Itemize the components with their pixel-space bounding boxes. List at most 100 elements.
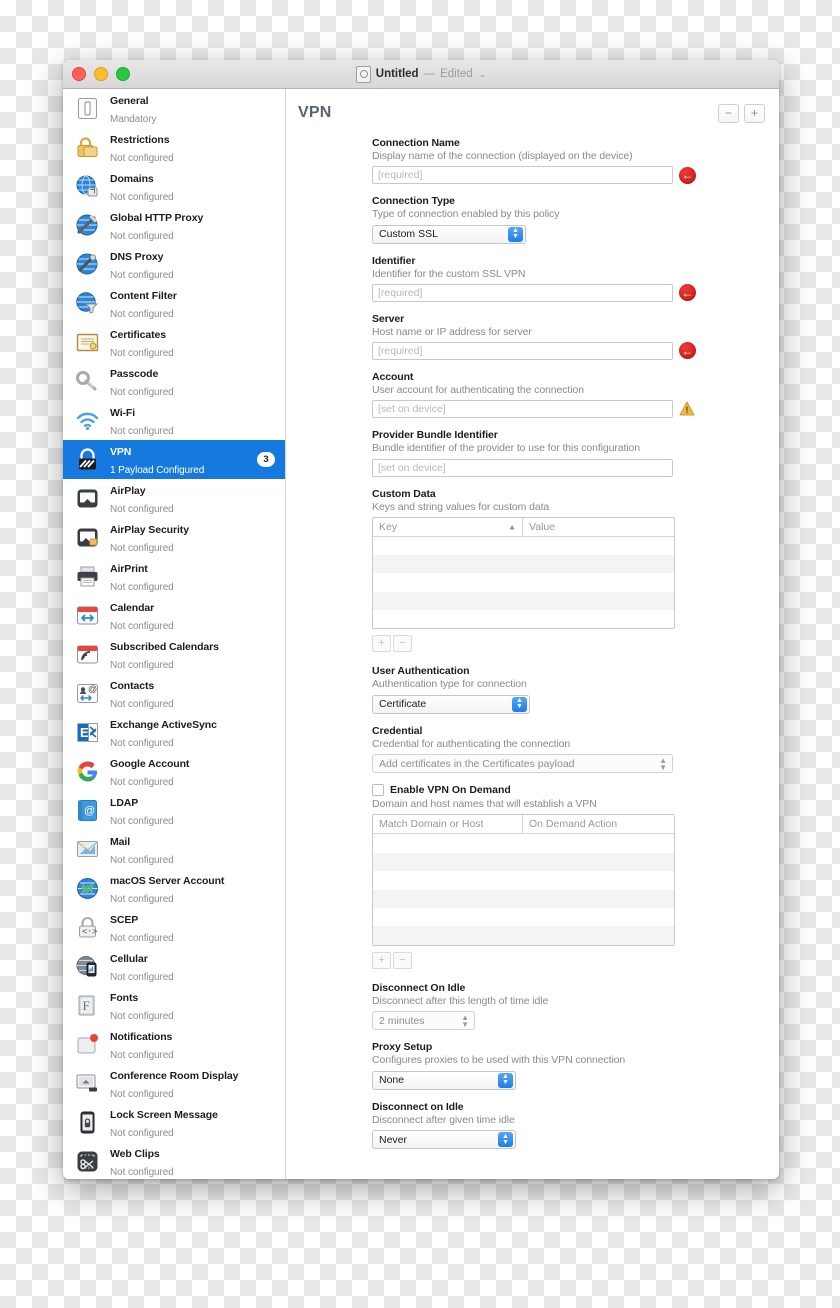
user-authentication-select[interactable]: Certificate ▲ ▼ — [372, 694, 530, 714]
custom-data-table[interactable]: Key ▲ Value — [372, 516, 675, 630]
sidebar-item-label: Content Filter — [110, 289, 177, 302]
sidebar-item-text: Web Clips Not configured — [110, 1144, 275, 1179]
sidebar-item-passcode[interactable]: Passcode Not configured — [63, 362, 285, 401]
chevron-updown-icon: ▲ ▼ — [461, 1012, 469, 1029]
disconnect-on-idle-primary-value: 2 minutes — [379, 1014, 425, 1027]
remove-payload-button[interactable]: − — [718, 103, 739, 123]
table-row[interactable] — [373, 852, 674, 872]
sidebar-item-lock-screen-message[interactable]: Lock Screen Message Not configured — [63, 1103, 285, 1142]
account-input[interactable] — [372, 399, 673, 418]
chevron-updown-icon: ▲ ▼ — [508, 226, 523, 242]
connection-type-select[interactable]: Custom SSL ▲ ▼ — [372, 224, 526, 244]
disconnect-on-idle-secondary-select[interactable]: Never ▲ ▼ — [372, 1130, 516, 1150]
sidebar-item-web-clips[interactable]: Web Clips Not configured — [63, 1142, 285, 1179]
field-label: Provider Bundle Identifier — [372, 428, 498, 441]
sidebar-item-status: Not configured — [110, 698, 174, 710]
sidebar-item-exchange-activesync[interactable]: E Exchange ActiveSync Not configured — [63, 713, 285, 752]
content-filter-icon — [75, 291, 100, 316]
airplay-security-icon — [75, 525, 100, 550]
connection-name-input[interactable] — [372, 166, 673, 184]
sidebar-item-vpn[interactable]: VPN 1 Payload Configured 3 — [63, 440, 285, 479]
sidebar-item-subscribed-calendars[interactable]: Subscribed Calendars Not configured — [63, 635, 285, 674]
table-row[interactable] — [373, 610, 674, 628]
sidebar-item-airplay-security[interactable]: AirPlay Security Not configured — [63, 518, 285, 557]
chevron-down-icon[interactable]: ⌄ — [479, 69, 487, 80]
sidebar-item-restrictions[interactable]: Restrictions Not configured — [63, 128, 285, 167]
sidebar-item-macos-server-account[interactable]: macOS Server Account Not configured — [63, 869, 285, 908]
sidebar-item-scep[interactable]: <·> SCEP Not configured — [63, 908, 285, 947]
server-input[interactable] — [372, 341, 673, 360]
sidebar-item-calendar[interactable]: Calendar Not configured — [63, 596, 285, 635]
chevron-updown-icon: ▲ ▼ — [498, 1072, 513, 1088]
sidebar-item-label: AirPlay — [110, 484, 146, 497]
sidebar-item-status: Not configured — [110, 1010, 174, 1022]
sidebar-item-contacts[interactable]: @ Contacts Not configured — [63, 674, 285, 713]
table-row[interactable] — [373, 591, 674, 611]
sidebar-item-status: Not configured — [110, 620, 174, 632]
column-header-match-domain-or-host[interactable]: Match Domain or Host — [373, 815, 523, 834]
sidebar-item-content-filter[interactable]: Content Filter Not configured — [63, 284, 285, 323]
identifier-input[interactable] — [372, 283, 673, 302]
general-icon — [75, 96, 100, 121]
table-row[interactable] — [373, 537, 674, 555]
remove-custom-data-row-button[interactable]: − — [393, 635, 412, 653]
svg-text:@: @ — [88, 684, 97, 694]
enable-vpn-on-demand-checkbox[interactable] — [372, 784, 384, 797]
close-button[interactable] — [72, 67, 86, 81]
zoom-button[interactable] — [116, 67, 130, 81]
fonts-icon: F — [75, 993, 100, 1018]
sidebar-item-dns-proxy[interactable]: DNS Proxy Not configured — [63, 245, 285, 284]
field-label: Account — [372, 370, 414, 383]
proxy-setup-select[interactable]: None ▲ ▼ — [372, 1070, 516, 1090]
enable-vpn-on-demand-checkbox-row[interactable]: Enable VPN On Demand — [372, 784, 779, 797]
lock-screen-message-icon — [75, 1110, 100, 1135]
sidebar-item-status: Mandatory — [110, 113, 157, 125]
column-header-key[interactable]: Key ▲ — [373, 517, 523, 536]
sidebar-item-label: macOS Server Account — [110, 874, 225, 887]
sidebar-item-domains[interactable]: Domains Not configured — [63, 167, 285, 206]
table-row[interactable] — [373, 554, 674, 574]
field-description: Bundle identifier of the provider to use… — [372, 441, 641, 454]
field-description: User account for authenticating the conn… — [372, 383, 584, 396]
provider-bundle-identifier-input[interactable] — [372, 458, 673, 477]
add-on-demand-rule-button[interactable]: + — [372, 951, 391, 969]
sidebar-item-ldap[interactable]: @ LDAP Not configured — [63, 791, 285, 830]
sidebar-item-fonts[interactable]: F Fonts Not configured — [63, 986, 285, 1025]
minimize-button[interactable] — [94, 67, 108, 81]
sidebar-item-general[interactable]: General Mandatory — [63, 89, 285, 128]
sidebar-item-notifications[interactable]: Notifications Not configured — [63, 1025, 285, 1064]
sidebar-item-global-http-proxy[interactable]: Global HTTP Proxy Not configured — [63, 206, 285, 245]
table-row[interactable] — [373, 834, 674, 852]
add-payload-button[interactable]: + — [744, 103, 765, 123]
on-demand-rules-table[interactable]: Match Domain or Host On Demand Action — [372, 814, 675, 946]
payload-sidebar[interactable]: General Mandatory Restrictions Not confi… — [63, 89, 286, 1179]
field-description: Disconnect after given time idle — [372, 1113, 515, 1126]
sidebar-item-google-account[interactable]: Google Account Not configured — [63, 752, 285, 791]
add-custom-data-row-button[interactable]: + — [372, 635, 391, 653]
sidebar-item-airprint[interactable]: AirPrint Not configured — [63, 557, 285, 596]
table-row[interactable] — [373, 573, 674, 591]
window-body: General Mandatory Restrictions Not confi… — [63, 89, 779, 1179]
sidebar-item-label: General — [110, 94, 149, 107]
disconnect-on-idle-primary-select[interactable]: 2 minutes ▲ ▼ — [372, 1011, 475, 1031]
sidebar-item-certificates[interactable]: Certificates Not configured — [63, 323, 285, 362]
sidebar-item-text: Calendar Not configured — [110, 598, 275, 634]
remove-on-demand-rule-button[interactable]: − — [393, 951, 412, 969]
sidebar-item-cellular[interactable]: Cellular Not configured — [63, 947, 285, 986]
sidebar-item-wifi[interactable]: Wi-Fi Not configured — [63, 401, 285, 440]
table-row[interactable] — [373, 926, 674, 945]
window-controls — [72, 67, 130, 81]
table-row[interactable] — [373, 889, 674, 909]
credential-select[interactable]: Add certificates in the Certificates pay… — [372, 754, 673, 774]
field-connection-name: Connection Name Display name of the conn… — [372, 137, 779, 184]
sidebar-item-status: Not configured — [110, 503, 174, 515]
table-row[interactable] — [373, 871, 674, 889]
sidebar-item-conference-room-display[interactable]: Conference Room Display Not configured — [63, 1064, 285, 1103]
sidebar-item-airplay[interactable]: AirPlay Not configured — [63, 479, 285, 518]
table-row[interactable] — [373, 908, 674, 926]
column-header-value[interactable]: Value — [523, 518, 674, 536]
sidebar-item-mail[interactable]: Mail Not configured — [63, 830, 285, 869]
window-title-group: Untitled — Edited ⌄ — [63, 65, 779, 83]
column-header-on-demand-action[interactable]: On Demand Action — [523, 815, 674, 833]
global-http-proxy-icon — [75, 213, 100, 238]
